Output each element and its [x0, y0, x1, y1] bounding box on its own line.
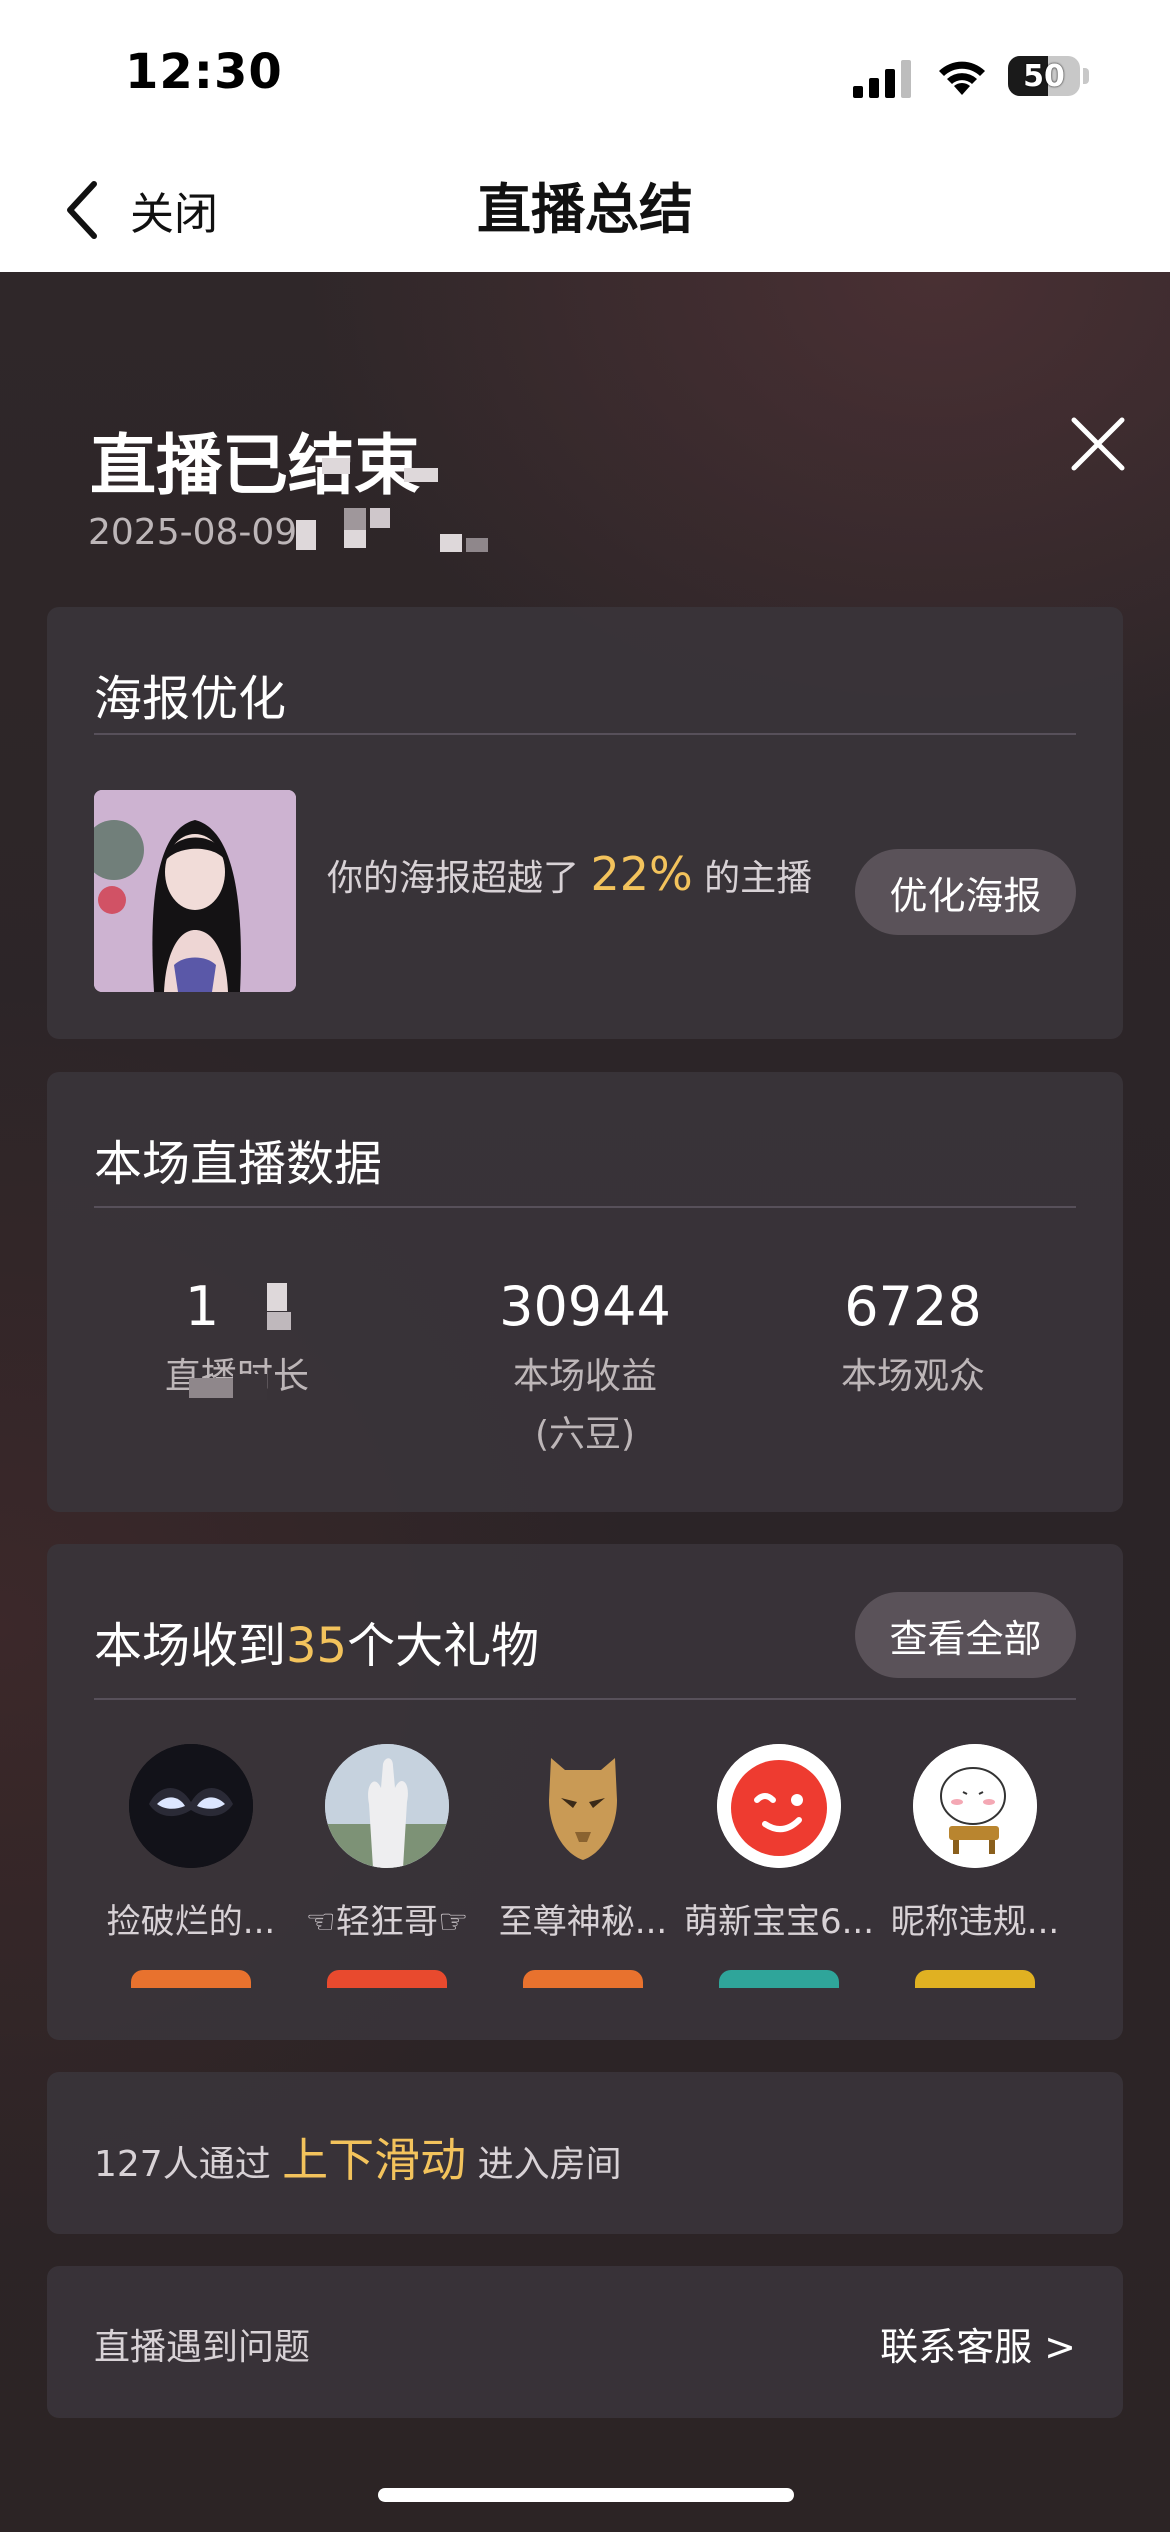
home-indicator[interactable] — [378, 2488, 794, 2502]
gifts-title-before: 本场收到 — [94, 1618, 287, 1674]
avatar — [717, 1744, 841, 1868]
divider — [94, 1698, 1076, 1700]
status-bar: 12:30 50 — [0, 0, 1170, 150]
level-badge — [131, 1970, 251, 1988]
stat-label: 本场观众 — [840, 1356, 985, 1397]
view-all-gifts-button[interactable]: 查看全部 — [855, 1592, 1076, 1678]
screen: 12:30 50 关闭 直播总结 直播已结束 2025-08-09 海报优化 你… — [0, 0, 1170, 2532]
live-data-title: 本场直播数据 — [94, 1136, 383, 1192]
mosaic-blur — [189, 1378, 233, 1398]
mosaic-blur — [440, 534, 462, 552]
gifts-title: 本场收到35个大礼物 — [94, 1606, 539, 1676]
stat-value: 6728 — [844, 1275, 982, 1338]
poster-rank-text: 你的海报超越了 22% 的主播 — [327, 847, 812, 901]
swipe-entry-text: 127人通过 上下滑动 进入房间 — [94, 2124, 622, 2190]
level-badge — [523, 1970, 643, 1988]
mosaic-blur — [267, 1312, 291, 1330]
mosaic-blur — [344, 530, 366, 548]
stat-value: 30944 — [499, 1275, 671, 1338]
poster-thumbnail[interactable] — [94, 790, 296, 992]
mosaic-blur — [344, 508, 366, 530]
poster-percent: 22% — [590, 847, 693, 901]
gift-sender-name: 昵称违规... — [890, 1902, 1060, 1942]
stat-label: 本场收益 — [512, 1356, 657, 1397]
gift-sender-item[interactable]: 至尊神秘... — [485, 1744, 681, 1943]
avatar — [913, 1744, 1037, 1868]
battery-icon: 50 — [1008, 56, 1080, 96]
gift-sender-item[interactable]: 昵称违规... — [877, 1744, 1073, 1943]
wifi-icon — [939, 61, 985, 95]
level-badge — [915, 1970, 1035, 1988]
swipe-entry-card: 127人通过 上下滑动 进入房间 — [47, 2072, 1123, 2234]
gift-sender-item[interactable]: 萌新宝宝6... — [681, 1744, 877, 1943]
swipe-after-text: 进入房间 — [477, 2144, 622, 2185]
swipe-highlight: 上下滑动 — [282, 2133, 467, 2187]
status-time: 12:30 — [125, 44, 283, 100]
mosaic-blur — [233, 1374, 267, 1400]
gift-sender-name: 萌新宝宝6... — [683, 1902, 875, 1942]
close-icon[interactable] — [1070, 416, 1126, 472]
poster-text-before: 你的海报超越了 — [327, 858, 580, 899]
gift-sender-item[interactable]: 捡破烂的... — [93, 1744, 289, 1943]
gifts-title-after: 个大礼物 — [347, 1618, 540, 1674]
summary-panel: 直播已结束 2025-08-09 海报优化 你的海报超越了 22% 的主播 优化… — [0, 272, 1170, 2532]
mosaic-blur — [404, 468, 438, 482]
avatar — [521, 1744, 645, 1868]
poster-text-after: 的主播 — [704, 858, 813, 899]
divider — [94, 733, 1076, 735]
mosaic-blur — [296, 520, 316, 550]
portrait-image — [94, 790, 296, 992]
avatar — [129, 1744, 253, 1868]
poster-card-title: 海报优化 — [94, 671, 287, 727]
live-ended-title: 直播已结束 — [90, 427, 420, 504]
battery-cap — [1083, 68, 1089, 84]
stat-sublabel: (六豆) — [534, 1414, 636, 1455]
help-text: 直播遇到问题 — [94, 2327, 311, 2368]
gift-sender-name: 至尊神秘... — [498, 1902, 668, 1942]
level-badge — [327, 1970, 447, 1988]
divider — [94, 1206, 1076, 1208]
live-data-card: 本场直播数据 1 直播时长 30944 本场收益 (六豆) 6728 本场观众 — [47, 1072, 1123, 1512]
live-date: 2025-08-09 — [88, 512, 298, 553]
mosaic-blur — [370, 508, 390, 528]
mosaic-blur — [466, 538, 488, 552]
gifts-card: 本场收到35个大礼物 查看全部 捡破烂的... ☜轻狂哥☞ 至尊神秘... 萌新… — [47, 1544, 1123, 2040]
signal-icon — [853, 60, 911, 98]
swipe-count-text: 127人通过 — [94, 2144, 271, 2185]
poster-card: 海报优化 你的海报超越了 22% 的主播 优化海报 — [47, 607, 1123, 1039]
battery-level: 50 — [1023, 58, 1065, 94]
avatar — [325, 1744, 449, 1868]
stat-earnings: 30944 本场收益 (六豆) — [425, 1272, 745, 1464]
level-badge — [719, 1970, 839, 1988]
gift-sender-item[interactable]: ☜轻狂哥☞ — [289, 1744, 485, 1943]
stat-value: 1 — [184, 1275, 220, 1338]
mosaic-blur — [267, 1283, 287, 1311]
nav-bar: 关闭 直播总结 — [0, 150, 1170, 272]
gift-sender-name: ☜轻狂哥☞ — [305, 1902, 469, 1942]
gifts-count: 35 — [286, 1618, 348, 1674]
page-title: 直播总结 — [477, 178, 693, 241]
help-card: 直播遇到问题 联系客服 > — [47, 2266, 1123, 2418]
gift-sender-name: 捡破烂的... — [106, 1902, 276, 1942]
optimize-poster-button[interactable]: 优化海报 — [855, 849, 1076, 935]
stat-viewers: 6728 本场观众 — [753, 1272, 1073, 1406]
contact-support-link[interactable]: 联系客服 > — [880, 2316, 1076, 2371]
mosaic-blur — [322, 458, 350, 474]
